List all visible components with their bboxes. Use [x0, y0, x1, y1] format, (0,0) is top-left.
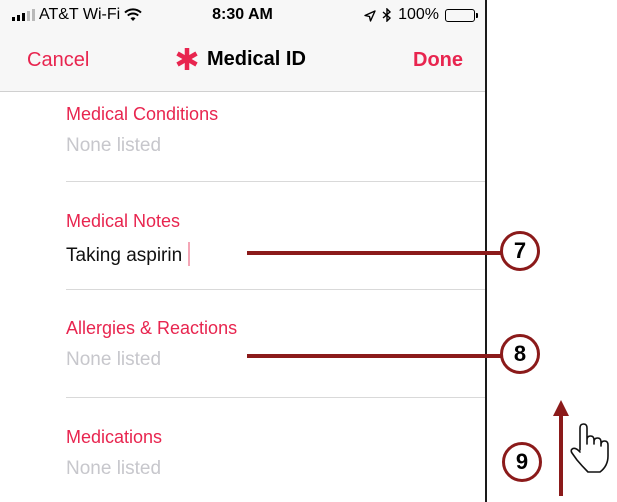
status-bar: AT&T Wi-Fi 8:30 AM 100% — [0, 0, 485, 30]
field-value: None listed — [66, 135, 162, 156]
field-label: Medical Conditions — [66, 104, 219, 124]
field-value: None listed — [66, 349, 162, 370]
callout-badge-8: 8 — [500, 334, 540, 374]
field-label: Medications — [66, 427, 163, 447]
field-value: None listed — [66, 458, 162, 479]
bluetooth-icon — [382, 7, 392, 23]
divider — [66, 289, 485, 290]
medications-field[interactable]: Medications None listed — [66, 427, 485, 480]
callout-badge-9: 9 — [502, 442, 542, 482]
divider — [66, 397, 485, 398]
medical-star-icon — [175, 47, 199, 71]
field-label: Medical Notes — [66, 211, 181, 231]
cancel-button[interactable]: Cancel — [27, 49, 89, 72]
divider — [66, 181, 485, 182]
callout-line-7 — [247, 251, 501, 255]
field-value: Taking aspirin — [66, 245, 183, 266]
field-label: Allergies & Reactions — [66, 318, 238, 338]
status-right: 100% — [364, 6, 478, 24]
page-title: Medical ID — [207, 47, 306, 70]
hand-pointer-icon — [568, 420, 614, 476]
navigation-bar: Cancel Medical ID Done — [0, 30, 485, 92]
location-arrow-icon — [364, 9, 376, 22]
done-button[interactable]: Done — [413, 49, 463, 72]
text-cursor — [188, 242, 191, 266]
callout-line-8 — [247, 354, 501, 358]
battery-icon — [445, 8, 478, 22]
callout-badge-7: 7 — [500, 231, 540, 271]
nav-title-group: Medical ID — [175, 47, 306, 71]
medical-notes-field[interactable]: Medical Notes Taking aspirin — [66, 211, 485, 267]
allergies-reactions-field[interactable]: Allergies & Reactions None listed — [66, 318, 485, 371]
medical-conditions-field[interactable]: Medical Conditions None listed — [66, 104, 485, 157]
battery-percent: 100% — [398, 6, 439, 23]
